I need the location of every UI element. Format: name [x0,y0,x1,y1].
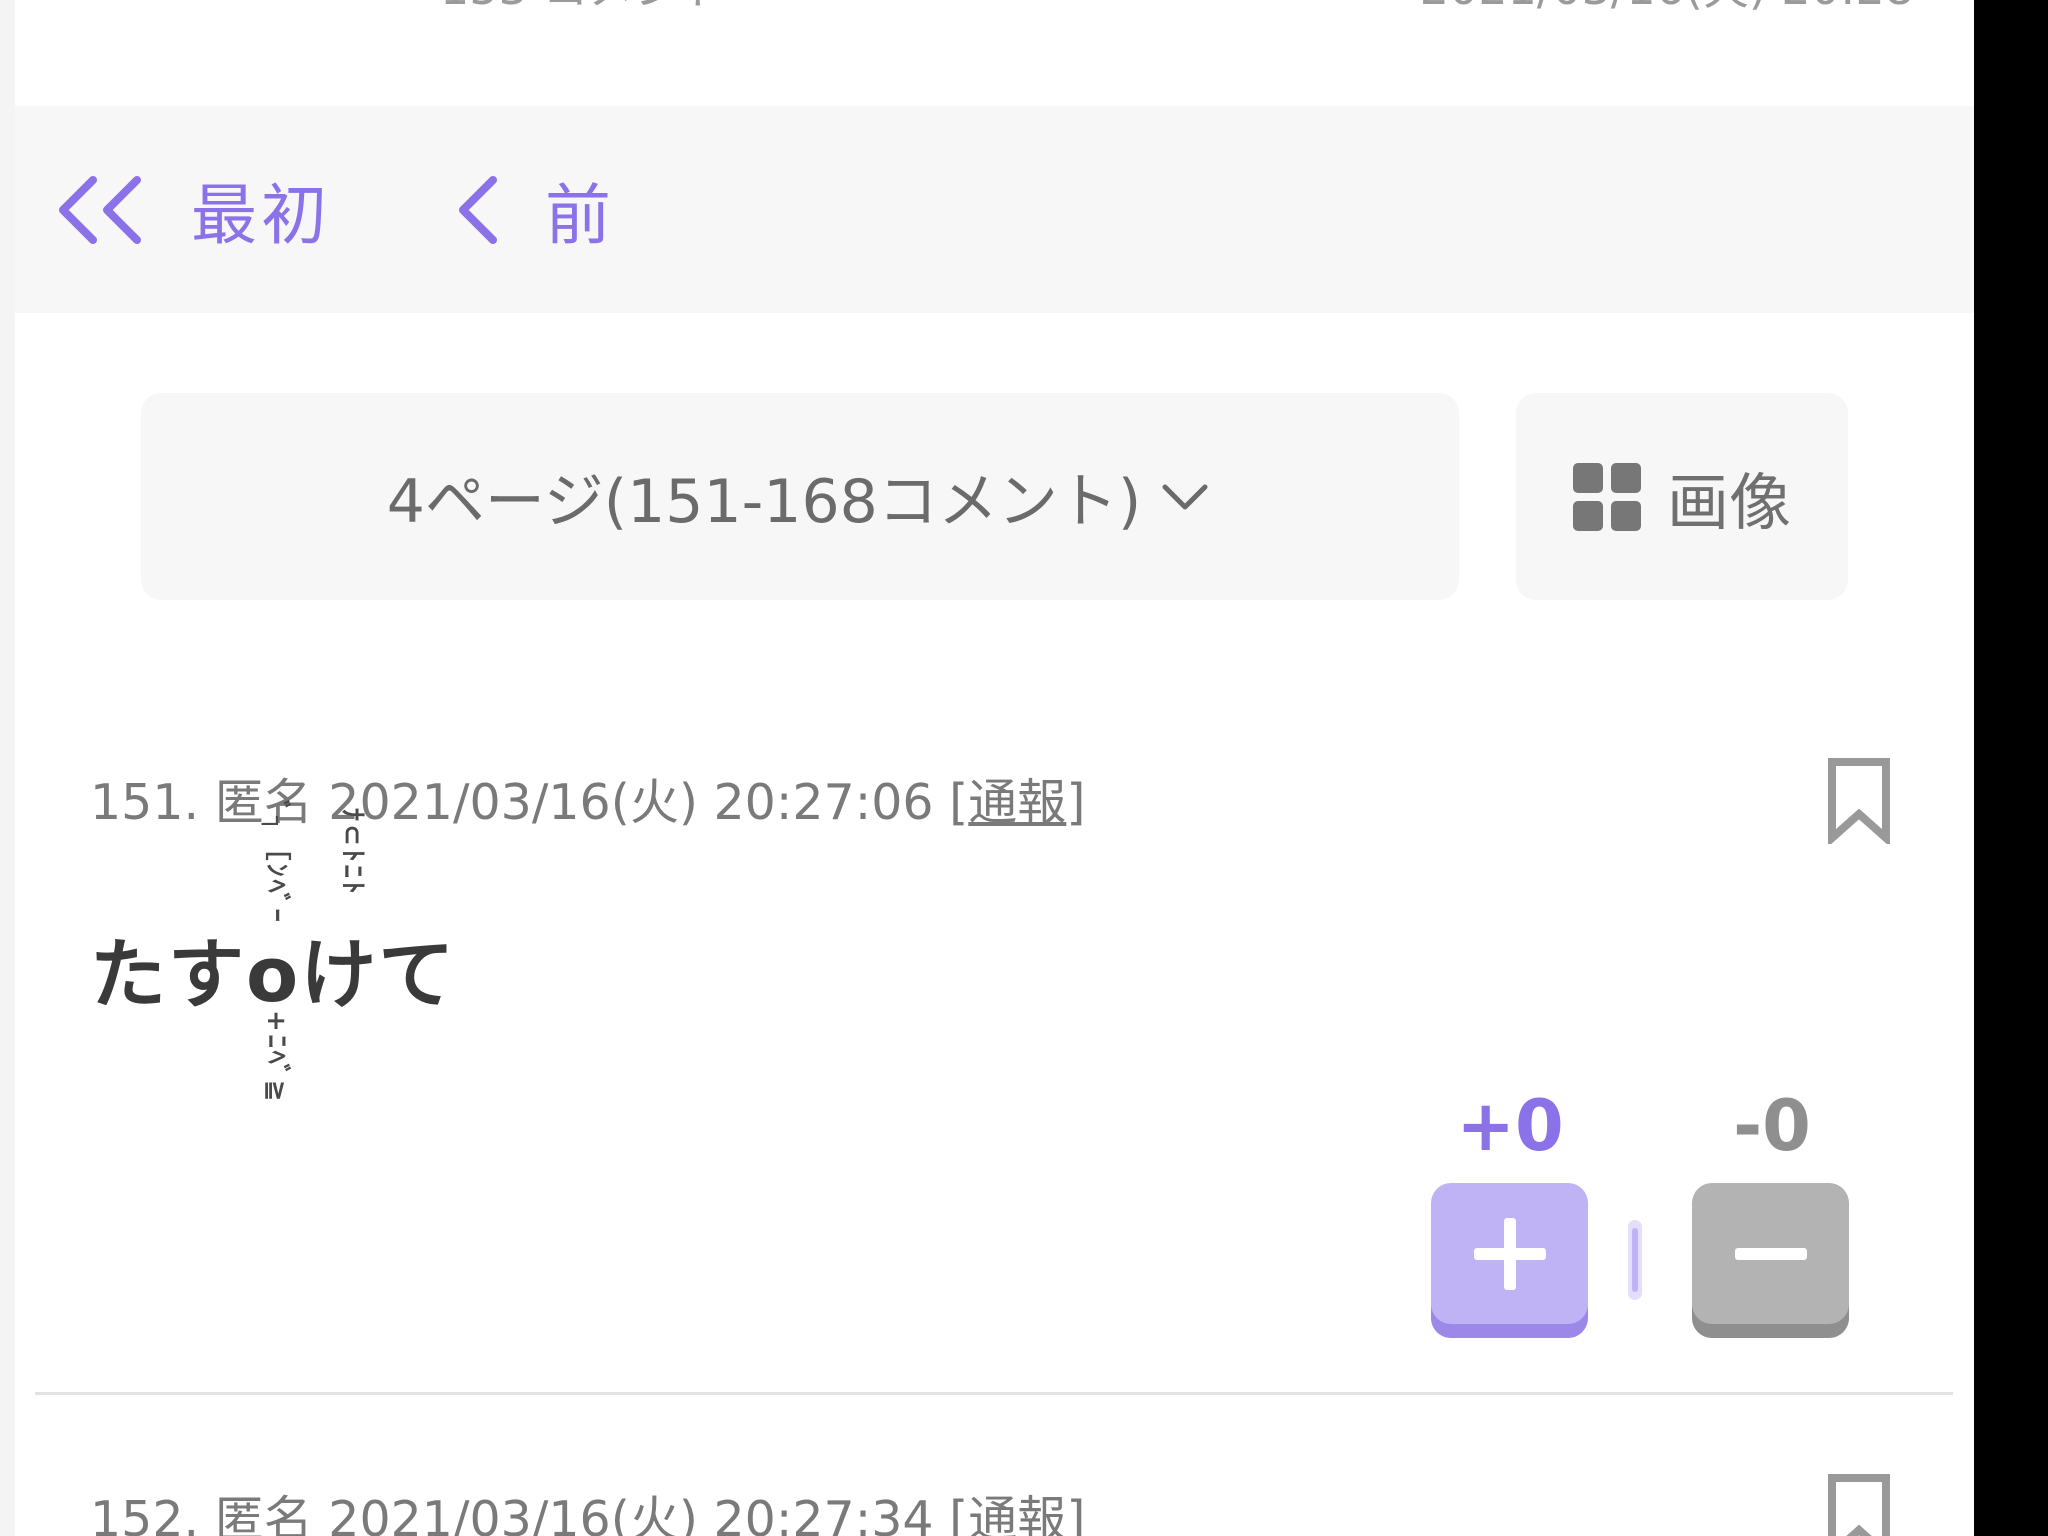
comment-datetime: 2021/03/16(火) 20:27:34 [328,1491,934,1536]
vote-separator [1628,1220,1642,1300]
page-select-label: 4ページ(151-168コメント) [386,467,1142,537]
double-chevron-left-icon [55,170,147,250]
bookmark-icon[interactable] [1826,758,1892,848]
report-link[interactable]: 通報 [968,774,1066,831]
prev-page-label: 前 [545,176,615,254]
plus-vote-button[interactable] [1431,1183,1588,1338]
bookmark-icon[interactable] [1826,1474,1892,1536]
report-link[interactable]: 通報 [968,1491,1066,1536]
comment-count: 153 コメント [440,0,726,18]
plus-icon [1470,1217,1550,1298]
report-bracket-open: [ [949,774,969,831]
page: 153 コメント 2021/03/16(火) 20:28 最初 前 4ページ(1… [0,0,1974,1536]
comment-datetime: 2021/03/16(火) 20:27:06 [328,774,934,831]
plus-vote-count: +0 [1456,1085,1564,1167]
pager-bar: 最初 前 [15,106,1974,313]
page-select-dropdown[interactable]: 4ページ(151-168コメント) [141,393,1459,600]
first-page-link[interactable]: 最初 [55,106,331,313]
comment-meta: 151. 匿名 2021/03/16(火) 20:27:06 [通報] [90,763,1085,834]
chevron-left-icon [453,170,501,250]
prev-page-link[interactable]: 前 [453,106,615,313]
grid-icon [1572,462,1641,531]
images-button[interactable]: 画像 [1516,393,1848,600]
comment-number: 151. [90,774,200,831]
glitch-text-right: ﾅ⊂ﾄﾆﾄ [337,808,367,897]
glitch-text-left: ﾞ┐［ﾝﾍﾞｰ [261,800,291,925]
report-bracket-open: [ [949,1491,969,1536]
minus-vote-button[interactable] [1692,1183,1849,1338]
comment-meta: 152. 匿名 2021/03/16(火) 20:27:34 [通報] [90,1480,1085,1536]
thread-info-row: 153 コメント 2021/03/16(火) 20:28 [0,0,1974,15]
comment-divider [35,1392,1953,1395]
report-bracket-close: ] [1066,774,1086,831]
glitch-text-lower: +ﾆﾍﾞ≧ [261,1010,291,1105]
chevron-down-icon [1157,477,1213,517]
images-button-label: 画像 [1666,465,1791,539]
report-bracket-close: ] [1066,1491,1086,1536]
minus-icon [1731,1224,1811,1298]
comment-body: たすoけて [90,930,457,1019]
comment-author: 匿名 [214,1491,313,1536]
comment-number: 152. [90,1491,200,1536]
thread-datetime: 2021/03/16(火) 20:28 [1420,0,1914,18]
minus-vote-count: -0 [1733,1085,1811,1167]
first-page-label: 最初 [191,176,331,254]
